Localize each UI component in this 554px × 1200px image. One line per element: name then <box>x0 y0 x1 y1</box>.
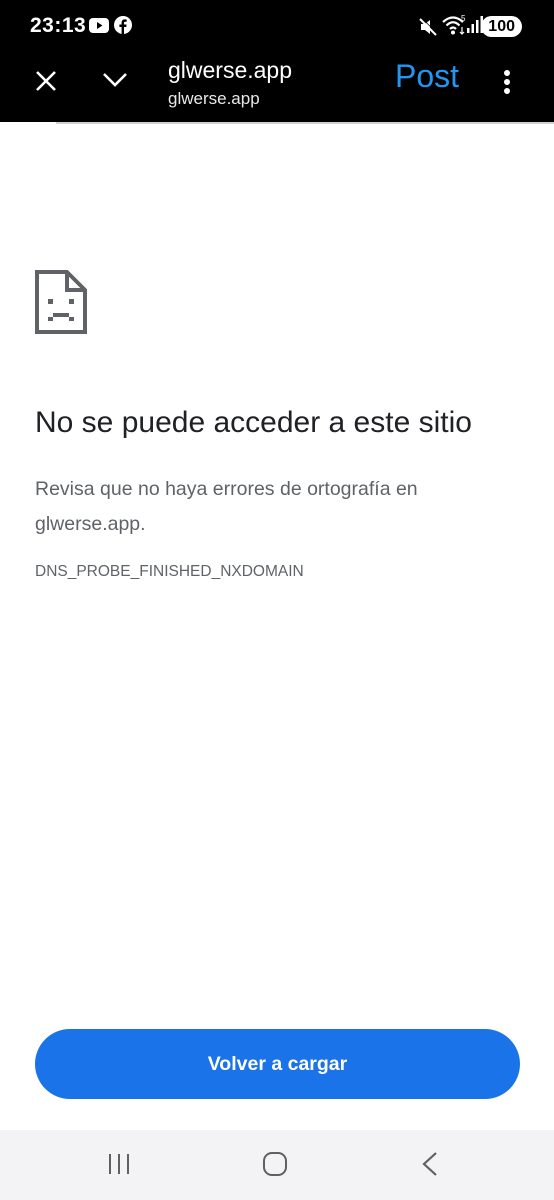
more-vert-icon[interactable] <box>503 69 511 100</box>
close-icon[interactable] <box>34 69 58 98</box>
chevron-down-icon[interactable] <box>101 70 129 95</box>
page-title: glwerse.app <box>168 57 293 83</box>
status-time: 23:13 <box>30 14 87 37</box>
battery-indicator: 100 <box>481 16 522 37</box>
youtube-icon <box>89 18 109 38</box>
post-button[interactable]: Post <box>395 58 459 95</box>
error-code: DNS_PROBE_FINISHED_NXDOMAIN <box>35 563 304 580</box>
custom-tab-toolbar: glwerse.app glwerse.app Post <box>0 54 554 122</box>
facebook-icon <box>114 16 132 39</box>
svg-text:5: 5 <box>461 14 466 23</box>
sad-page-icon <box>35 270 87 339</box>
navigation-bar <box>0 1130 554 1200</box>
reload-button[interactable]: Volver a cargar <box>35 1029 520 1099</box>
recents-icon[interactable] <box>107 1152 131 1181</box>
page-url: glwerse.app <box>168 89 260 108</box>
error-title: No se puede acceder a este sitio <box>35 406 472 439</box>
status-bar: 23:13 5 100 <box>0 0 554 54</box>
wifi-icon: 5 <box>442 14 466 41</box>
back-icon[interactable] <box>420 1151 440 1182</box>
toolbar-divider <box>56 122 554 124</box>
mute-icon <box>418 17 438 42</box>
screen: 23:13 5 100 glwerse.app glwerse.app Post… <box>0 0 554 1200</box>
error-message: Revisa que no haya errores de ortografía… <box>35 478 418 535</box>
home-icon[interactable] <box>262 1151 288 1182</box>
